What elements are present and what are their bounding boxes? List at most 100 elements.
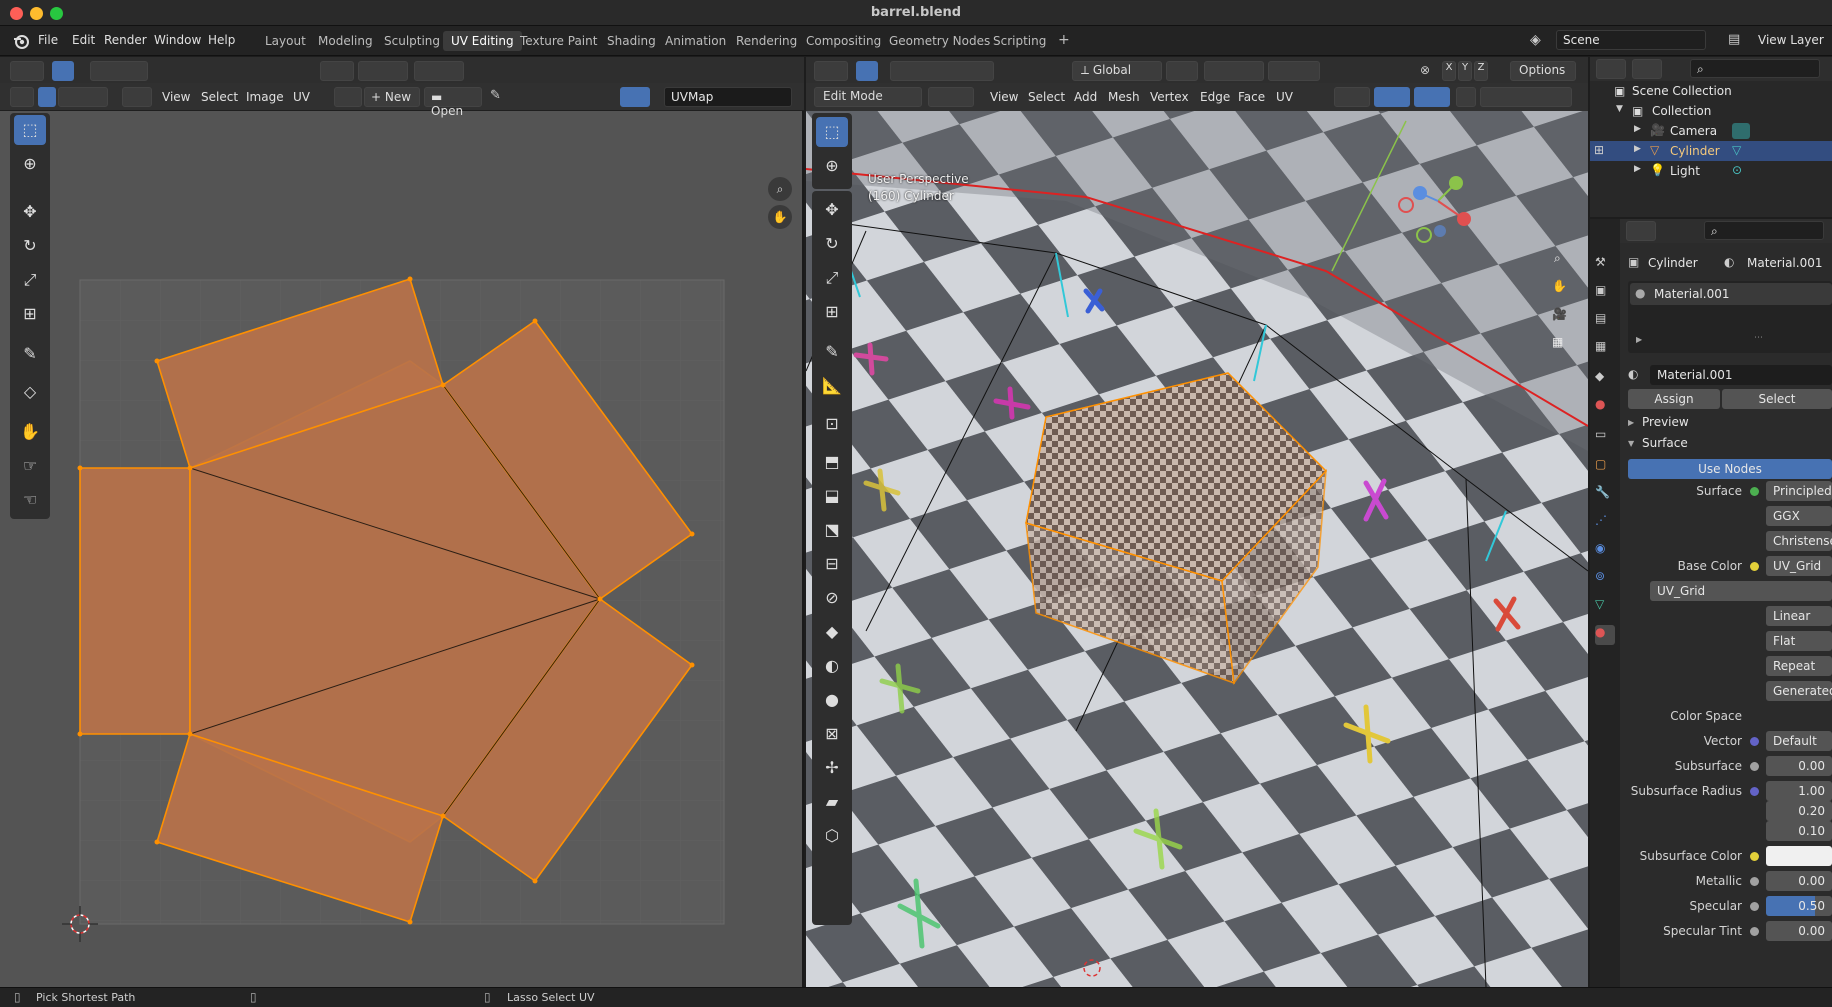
- menu-edit[interactable]: Edit: [72, 33, 95, 47]
- scale-tool-icon[interactable]: ⤢: [14, 265, 46, 295]
- material-browse-icon[interactable]: ◐: [1628, 367, 1638, 381]
- uvmap-field[interactable]: UVMap: [664, 87, 792, 107]
- prop-field-vector[interactable]: Default: [1766, 731, 1832, 751]
- xray-toggle[interactable]: [1456, 87, 1476, 107]
- uv-menu-view[interactable]: View: [162, 90, 190, 104]
- transform-tool-icon[interactable]: ⊞: [14, 299, 46, 329]
- camera-view-icon[interactable]: 🎥: [1552, 307, 1567, 321]
- tab-geometry-nodes[interactable]: Geometry Nodes: [881, 31, 998, 51]
- annotate-tool-icon[interactable]: ✎: [14, 339, 46, 369]
- prop-field-value-7[interactable]: Repeat: [1766, 656, 1832, 676]
- socket-icon[interactable]: [1750, 852, 1759, 861]
- uv-menu-select[interactable]: Select: [201, 90, 238, 104]
- expand-icon[interactable]: ▶: [1634, 124, 1641, 134]
- render-tab-icon[interactable]: ▣: [1595, 283, 1615, 303]
- scene-icon[interactable]: ◈: [1530, 32, 1541, 48]
- extrude-tool-icon[interactable]: ⬒: [816, 447, 848, 477]
- zoom-icon[interactable]: ⌕: [768, 177, 792, 201]
- scene-field[interactable]: Scene: [1556, 30, 1706, 50]
- pin-icon[interactable]: ✎: [490, 88, 501, 103]
- prop-field-surface[interactable]: Principled BSDF: [1766, 481, 1832, 501]
- light-data-icon[interactable]: ⊙: [1732, 163, 1742, 177]
- spin-tool-icon[interactable]: ◐: [816, 651, 848, 681]
- measure-tool-icon[interactable]: 📐: [816, 371, 848, 401]
- shear-tool-icon[interactable]: ▰: [816, 787, 848, 817]
- prop-field-value-1[interactable]: GGX: [1766, 506, 1832, 526]
- socket-icon[interactable]: [1750, 562, 1759, 571]
- scene-tab-icon[interactable]: ◆: [1595, 369, 1615, 389]
- mode-dropdown[interactable]: Edit Mode: [814, 87, 922, 107]
- shading-mode-group[interactable]: [1480, 87, 1572, 107]
- modifier-tab-icon[interactable]: 🔧: [1595, 485, 1615, 505]
- tab-animation[interactable]: Animation: [657, 31, 734, 51]
- tab-rendering[interactable]: Rendering: [728, 31, 805, 51]
- prop-field-metallic[interactable]: 0.00: [1766, 871, 1832, 891]
- pivot-point-dropdown-3d[interactable]: [1166, 61, 1198, 81]
- vp-menu-uv[interactable]: UV: [1276, 90, 1293, 104]
- prop-field-value-8[interactable]: Generated: [1766, 681, 1832, 701]
- mirror-x-toggle[interactable]: X: [1442, 61, 1456, 81]
- socket-icon[interactable]: [1750, 487, 1759, 496]
- bevel-tool-icon[interactable]: ⬔: [816, 515, 848, 545]
- uv-menu-image[interactable]: Image: [246, 90, 284, 104]
- material-tab-icon[interactable]: ●: [1595, 625, 1615, 645]
- cursor-tool-icon-3d[interactable]: ⊕: [816, 151, 848, 181]
- view-layer-icon[interactable]: ▤: [1728, 32, 1740, 47]
- object-tab-icon[interactable]: ▢: [1595, 457, 1615, 477]
- relax-tool-icon[interactable]: ☞: [14, 451, 46, 481]
- socket-icon[interactable]: [1750, 902, 1759, 911]
- vp-menu-select[interactable]: Select: [1028, 90, 1065, 104]
- mirror-y-toggle[interactable]: Y: [1458, 61, 1472, 81]
- pivot-dropdown[interactable]: [320, 61, 354, 81]
- tab-sculpting[interactable]: Sculpting: [376, 31, 448, 51]
- vp-menu-view[interactable]: View: [990, 90, 1018, 104]
- vp-menu-add[interactable]: Add: [1074, 90, 1097, 104]
- view-layer-field[interactable]: View Layer: [1758, 33, 1824, 47]
- socket-icon[interactable]: [1750, 762, 1759, 771]
- overlay-toggle[interactable]: [1414, 87, 1450, 107]
- outliner-editor-type[interactable]: [1596, 59, 1626, 79]
- outliner-collection[interactable]: ▼ ▣ Collection: [1590, 101, 1832, 121]
- prop-field-subsurface[interactable]: 0.00: [1766, 756, 1832, 776]
- rip-tool-icon[interactable]: ◇: [14, 377, 46, 407]
- move-tool-icon-3d[interactable]: ✥: [816, 195, 848, 225]
- add-workspace-icon[interactable]: +: [1050, 29, 1078, 49]
- output-tab-icon[interactable]: ▤: [1595, 311, 1615, 331]
- preview-collapse-icon[interactable]: ▶: [1628, 418, 1634, 427]
- viewport-scene[interactable]: [806, 111, 1588, 987]
- edge-face-island-select-icons[interactable]: [58, 87, 108, 107]
- prop-field-base-color[interactable]: UV_Grid: [1766, 556, 1832, 576]
- rotate-tool-icon-3d[interactable]: ↻: [816, 229, 848, 259]
- move-tool-icon[interactable]: ✥: [14, 197, 46, 227]
- prop-field-specular[interactable]: 0.50: [1766, 896, 1832, 916]
- uv-menu-uv[interactable]: UV: [293, 90, 310, 104]
- image-browse-dropdown[interactable]: [334, 87, 362, 107]
- grab-tool-icon[interactable]: ✋: [14, 417, 46, 447]
- editor-type-dropdown-3d[interactable]: [814, 61, 848, 81]
- socket-icon[interactable]: [1750, 877, 1759, 886]
- prop-field-value-2[interactable]: Christensen-Burley: [1766, 531, 1832, 551]
- material-slot-row[interactable]: ● Material.001: [1630, 283, 1832, 305]
- resize-handle-icon[interactable]: ⋯: [1754, 333, 1763, 343]
- transform-tool-icon-3d[interactable]: ⊞: [816, 297, 848, 327]
- socket-icon[interactable]: [1750, 787, 1759, 796]
- tab-compositing[interactable]: Compositing: [798, 31, 889, 51]
- tab-texture-paint[interactable]: Texture Paint: [512, 31, 605, 51]
- select-mode-button-3d[interactable]: [856, 61, 878, 81]
- constraints-tab-icon[interactable]: ⊚: [1595, 569, 1615, 589]
- menu-render[interactable]: Render: [104, 33, 147, 47]
- prop-field-specular-tint[interactable]: 0.00: [1766, 921, 1832, 941]
- sync-selection-icon[interactable]: [10, 87, 34, 107]
- particles-tab-icon[interactable]: ⋰: [1595, 513, 1615, 533]
- mesh-select-mode-icons[interactable]: [928, 87, 974, 107]
- snap-dropdown-3d[interactable]: [1204, 61, 1264, 81]
- socket-icon[interactable]: [1750, 737, 1759, 746]
- outliner-item-camera[interactable]: ▶ 🎥 Camera: [1590, 121, 1832, 141]
- collapse-icon[interactable]: ▼: [1616, 104, 1623, 114]
- inset-tool-icon[interactable]: ⬓: [816, 481, 848, 511]
- add-cube-tool-icon[interactable]: ⊡: [816, 409, 848, 439]
- physics-tab-icon[interactable]: ◉: [1595, 541, 1615, 561]
- edge-slide-tool-icon[interactable]: ⊠: [816, 719, 848, 749]
- collection-tab-icon[interactable]: ▭: [1595, 427, 1615, 447]
- uv-canvas[interactable]: [0, 111, 804, 987]
